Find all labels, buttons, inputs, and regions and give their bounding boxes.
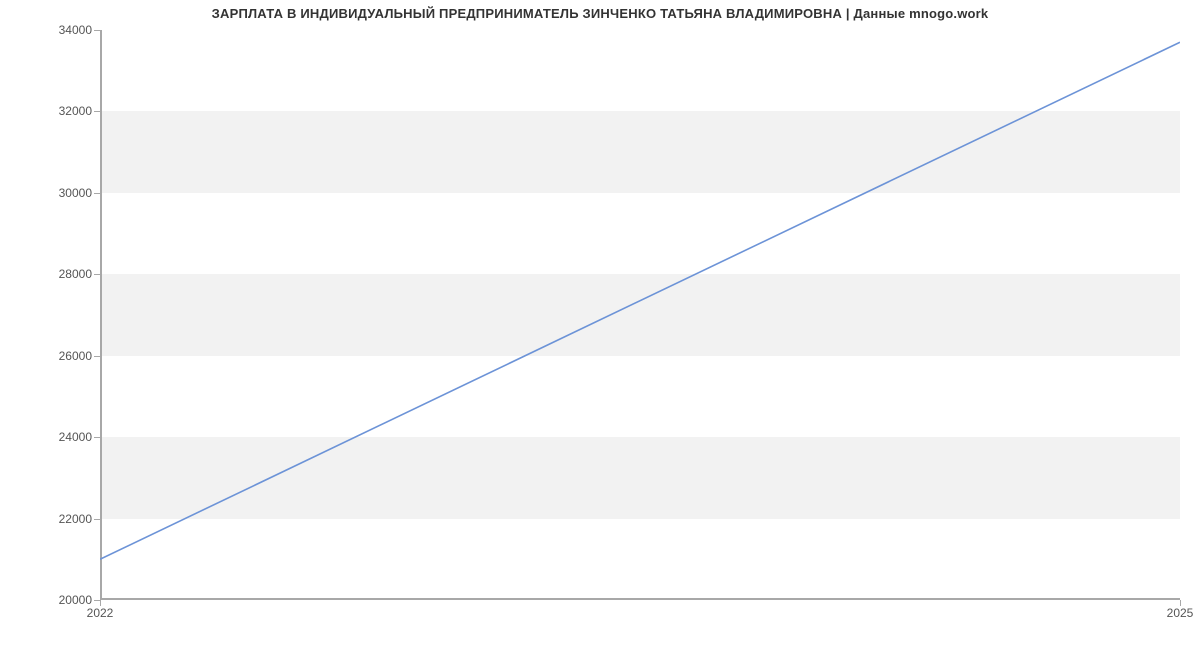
plot-area: 2000022000240002600028000300003200034000… <box>100 30 1180 600</box>
y-axis-line <box>100 30 102 600</box>
y-tick-mark <box>94 30 100 31</box>
chart-container: ЗАРПЛАТА В ИНДИВИДУАЛЬНЫЙ ПРЕДПРИНИМАТЕЛ… <box>0 0 1200 650</box>
y-tick-mark <box>94 111 100 112</box>
chart-title: ЗАРПЛАТА В ИНДИВИДУАЛЬНЫЙ ПРЕДПРИНИМАТЕЛ… <box>0 6 1200 21</box>
y-tick-mark <box>94 356 100 357</box>
x-axis-line <box>100 598 1180 600</box>
y-tick-mark <box>94 519 100 520</box>
y-tick-mark <box>94 437 100 438</box>
y-tick-mark <box>94 274 100 275</box>
grid-band <box>100 274 1180 355</box>
x-tick-mark <box>1180 600 1181 606</box>
y-tick-mark <box>94 193 100 194</box>
grid-band <box>100 111 1180 192</box>
grid-band <box>100 437 1180 518</box>
x-tick-mark <box>100 600 101 606</box>
